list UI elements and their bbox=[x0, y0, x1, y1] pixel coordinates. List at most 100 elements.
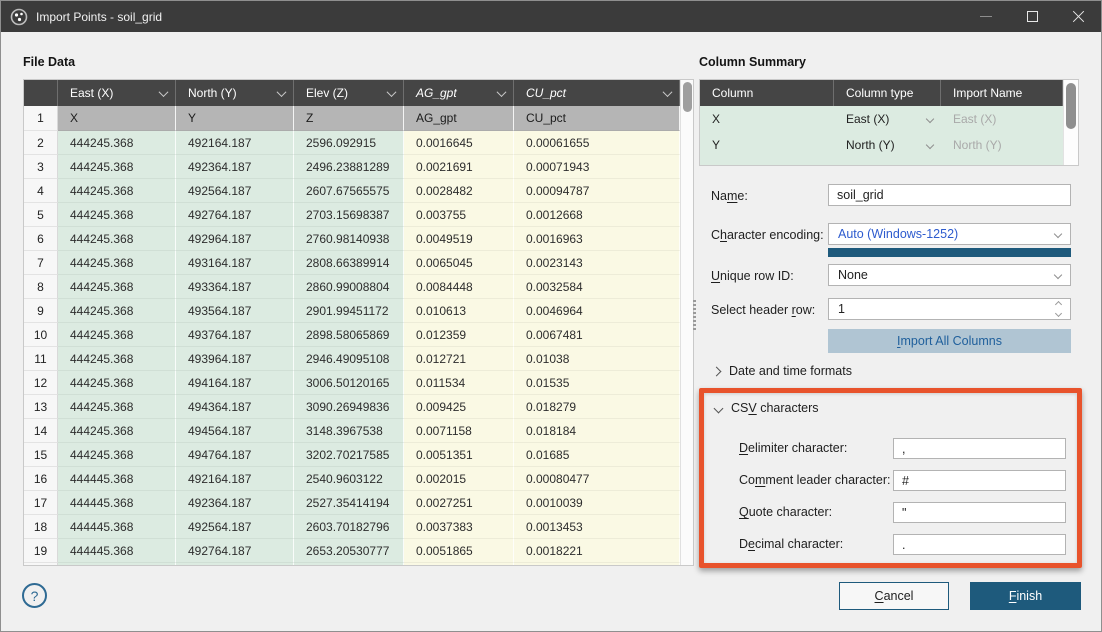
column-header-cu-pct[interactable]: CU_pct bbox=[514, 80, 680, 106]
cell: 0.009425 bbox=[404, 395, 514, 419]
cell: 0.003755 bbox=[404, 203, 514, 227]
spin-up-icon[interactable] bbox=[1055, 301, 1062, 308]
table-row: 14444245.368494564.1873148.39675380.0071… bbox=[24, 419, 680, 443]
row-number: 19 bbox=[24, 539, 58, 563]
scrollbar-thumb[interactable] bbox=[683, 82, 692, 112]
vertical-scrollbar[interactable] bbox=[680, 80, 693, 565]
cell: 493964.187 bbox=[176, 347, 294, 371]
character-encoding-dropdown[interactable]: Auto (Windows-1252) bbox=[828, 223, 1071, 245]
spin-down-icon[interactable] bbox=[1055, 310, 1062, 317]
summary-column-name: Z bbox=[700, 158, 834, 166]
cell: 2898.58065869 bbox=[294, 323, 404, 347]
finish-button[interactable]: Finish bbox=[970, 582, 1081, 610]
column-header-east[interactable]: East (X) bbox=[58, 80, 176, 106]
cell: 493764.187 bbox=[176, 323, 294, 347]
cell bbox=[294, 563, 404, 566]
chevron-down-icon bbox=[926, 141, 934, 149]
help-button[interactable]: ? bbox=[22, 583, 47, 608]
cell: 444445.368 bbox=[58, 515, 176, 539]
cell: 493364.187 bbox=[176, 275, 294, 299]
column-header-ag-gpt[interactable]: AG_gpt bbox=[404, 80, 514, 106]
cell: 444245.368 bbox=[58, 299, 176, 323]
row-number: 16 bbox=[24, 467, 58, 491]
cell: 3148.3967538 bbox=[294, 419, 404, 443]
cell: 444245.368 bbox=[58, 443, 176, 467]
cell: 0.0051351 bbox=[404, 443, 514, 467]
cell bbox=[176, 563, 294, 566]
summary-row-x: X East (X) East (X) bbox=[700, 106, 1063, 132]
cell: 494364.187 bbox=[176, 395, 294, 419]
cell: 444245.368 bbox=[58, 419, 176, 443]
pane-splitter-handle[interactable] bbox=[693, 300, 696, 330]
cell: 2496.23881289 bbox=[294, 155, 404, 179]
titlebar: Import Points - soil_grid bbox=[1, 1, 1101, 32]
table-row: 19444445.368492764.1872653.205307770.005… bbox=[24, 539, 680, 563]
cell: Z bbox=[294, 106, 404, 131]
header-row-spinner[interactable]: 1 bbox=[828, 298, 1071, 320]
comment-leader-character-input[interactable] bbox=[893, 470, 1066, 491]
unique-row-id-dropdown[interactable]: None bbox=[828, 264, 1071, 286]
column-type-dropdown[interactable]: North (Y) bbox=[834, 132, 941, 158]
table-row: 9444245.368493564.1872901.994511720.0106… bbox=[24, 299, 680, 323]
summary-header-row: Column Column type Import Name bbox=[700, 80, 1063, 106]
quote-character-label: Quote character: bbox=[739, 505, 832, 519]
cell: 492164.187 bbox=[176, 467, 294, 491]
cell bbox=[404, 563, 514, 566]
minimize-button[interactable] bbox=[963, 1, 1009, 32]
cell: 2527.35414194 bbox=[294, 491, 404, 515]
scatter-points-icon bbox=[10, 8, 28, 26]
csv-characters-disclosure[interactable]: CSV characters bbox=[715, 401, 819, 415]
cell: 2760.98140938 bbox=[294, 227, 404, 251]
table-row: 15444245.368494764.1873202.702175850.005… bbox=[24, 443, 680, 467]
table-row: 16444445.368492164.1872540.96031220.0020… bbox=[24, 467, 680, 491]
row-number: 10 bbox=[24, 323, 58, 347]
import-name-field: North (Y) bbox=[941, 132, 1063, 158]
row-number: 3 bbox=[24, 155, 58, 179]
row-number: 17 bbox=[24, 491, 58, 515]
cell: 0.0032584 bbox=[514, 275, 680, 299]
column-header-north[interactable]: North (Y) bbox=[176, 80, 294, 106]
vertical-scrollbar[interactable] bbox=[1063, 80, 1078, 165]
column-type-dropdown[interactable]: East (X) bbox=[834, 106, 941, 132]
maximize-button[interactable] bbox=[1009, 1, 1055, 32]
table-row: 3444245.368492364.1872496.238812890.0021… bbox=[24, 155, 680, 179]
row-number: 9 bbox=[24, 299, 58, 323]
delimiter-character-input[interactable] bbox=[893, 438, 1066, 459]
chevron-down-icon bbox=[714, 403, 724, 413]
scrollbar-thumb[interactable] bbox=[1066, 83, 1076, 129]
cell: 0.00094787 bbox=[514, 179, 680, 203]
table-row: 4444245.368492564.1872607.675655750.0028… bbox=[24, 179, 680, 203]
chevron-down-icon bbox=[1054, 271, 1062, 279]
cell: 494764.187 bbox=[176, 443, 294, 467]
corner-cell bbox=[24, 80, 58, 106]
encoding-highlight-bar bbox=[828, 248, 1071, 257]
cell: 492364.187 bbox=[176, 155, 294, 179]
cell: 493164.187 bbox=[176, 251, 294, 275]
column-header-elev[interactable]: Elev (Z) bbox=[294, 80, 404, 106]
cell: 0.0067481 bbox=[514, 323, 680, 347]
table-row: 13444245.368494364.1873090.269498360.009… bbox=[24, 395, 680, 419]
decimal-character-input[interactable] bbox=[893, 534, 1066, 555]
cell: 0.0013453 bbox=[514, 515, 680, 539]
cell: 0.0049519 bbox=[404, 227, 514, 251]
date-time-formats-disclosure[interactable]: Date and time formats bbox=[713, 364, 852, 378]
column-type-dropdown[interactable]: Elev (Z) bbox=[834, 158, 941, 166]
cell: 2703.15698387 bbox=[294, 203, 404, 227]
file-data-header-row: East (X) North (Y) Elev (Z) AG_gpt CU_pc… bbox=[24, 80, 680, 106]
decimal-character-label: Decimal character: bbox=[739, 537, 843, 551]
table-row: 17444445.368492364.1872527.354141940.002… bbox=[24, 491, 680, 515]
close-button[interactable] bbox=[1055, 1, 1101, 32]
cancel-button[interactable]: Cancel bbox=[839, 582, 949, 610]
cell: 0.002015 bbox=[404, 467, 514, 491]
cell bbox=[514, 563, 680, 566]
row-number: 4 bbox=[24, 179, 58, 203]
column-summary-table: Column Column type Import Name X East (X… bbox=[699, 79, 1079, 166]
import-points-dialog: Import Points - soil_grid File Data Colu… bbox=[0, 0, 1102, 632]
column-summary-title: Column Summary bbox=[699, 55, 806, 69]
cell: 0.0018221 bbox=[514, 539, 680, 563]
import-all-columns-button[interactable]: Import All Columns bbox=[828, 329, 1071, 353]
quote-character-input[interactable] bbox=[893, 502, 1066, 523]
cell: 0.0021691 bbox=[404, 155, 514, 179]
name-input[interactable] bbox=[828, 184, 1071, 206]
close-icon bbox=[1072, 10, 1085, 23]
